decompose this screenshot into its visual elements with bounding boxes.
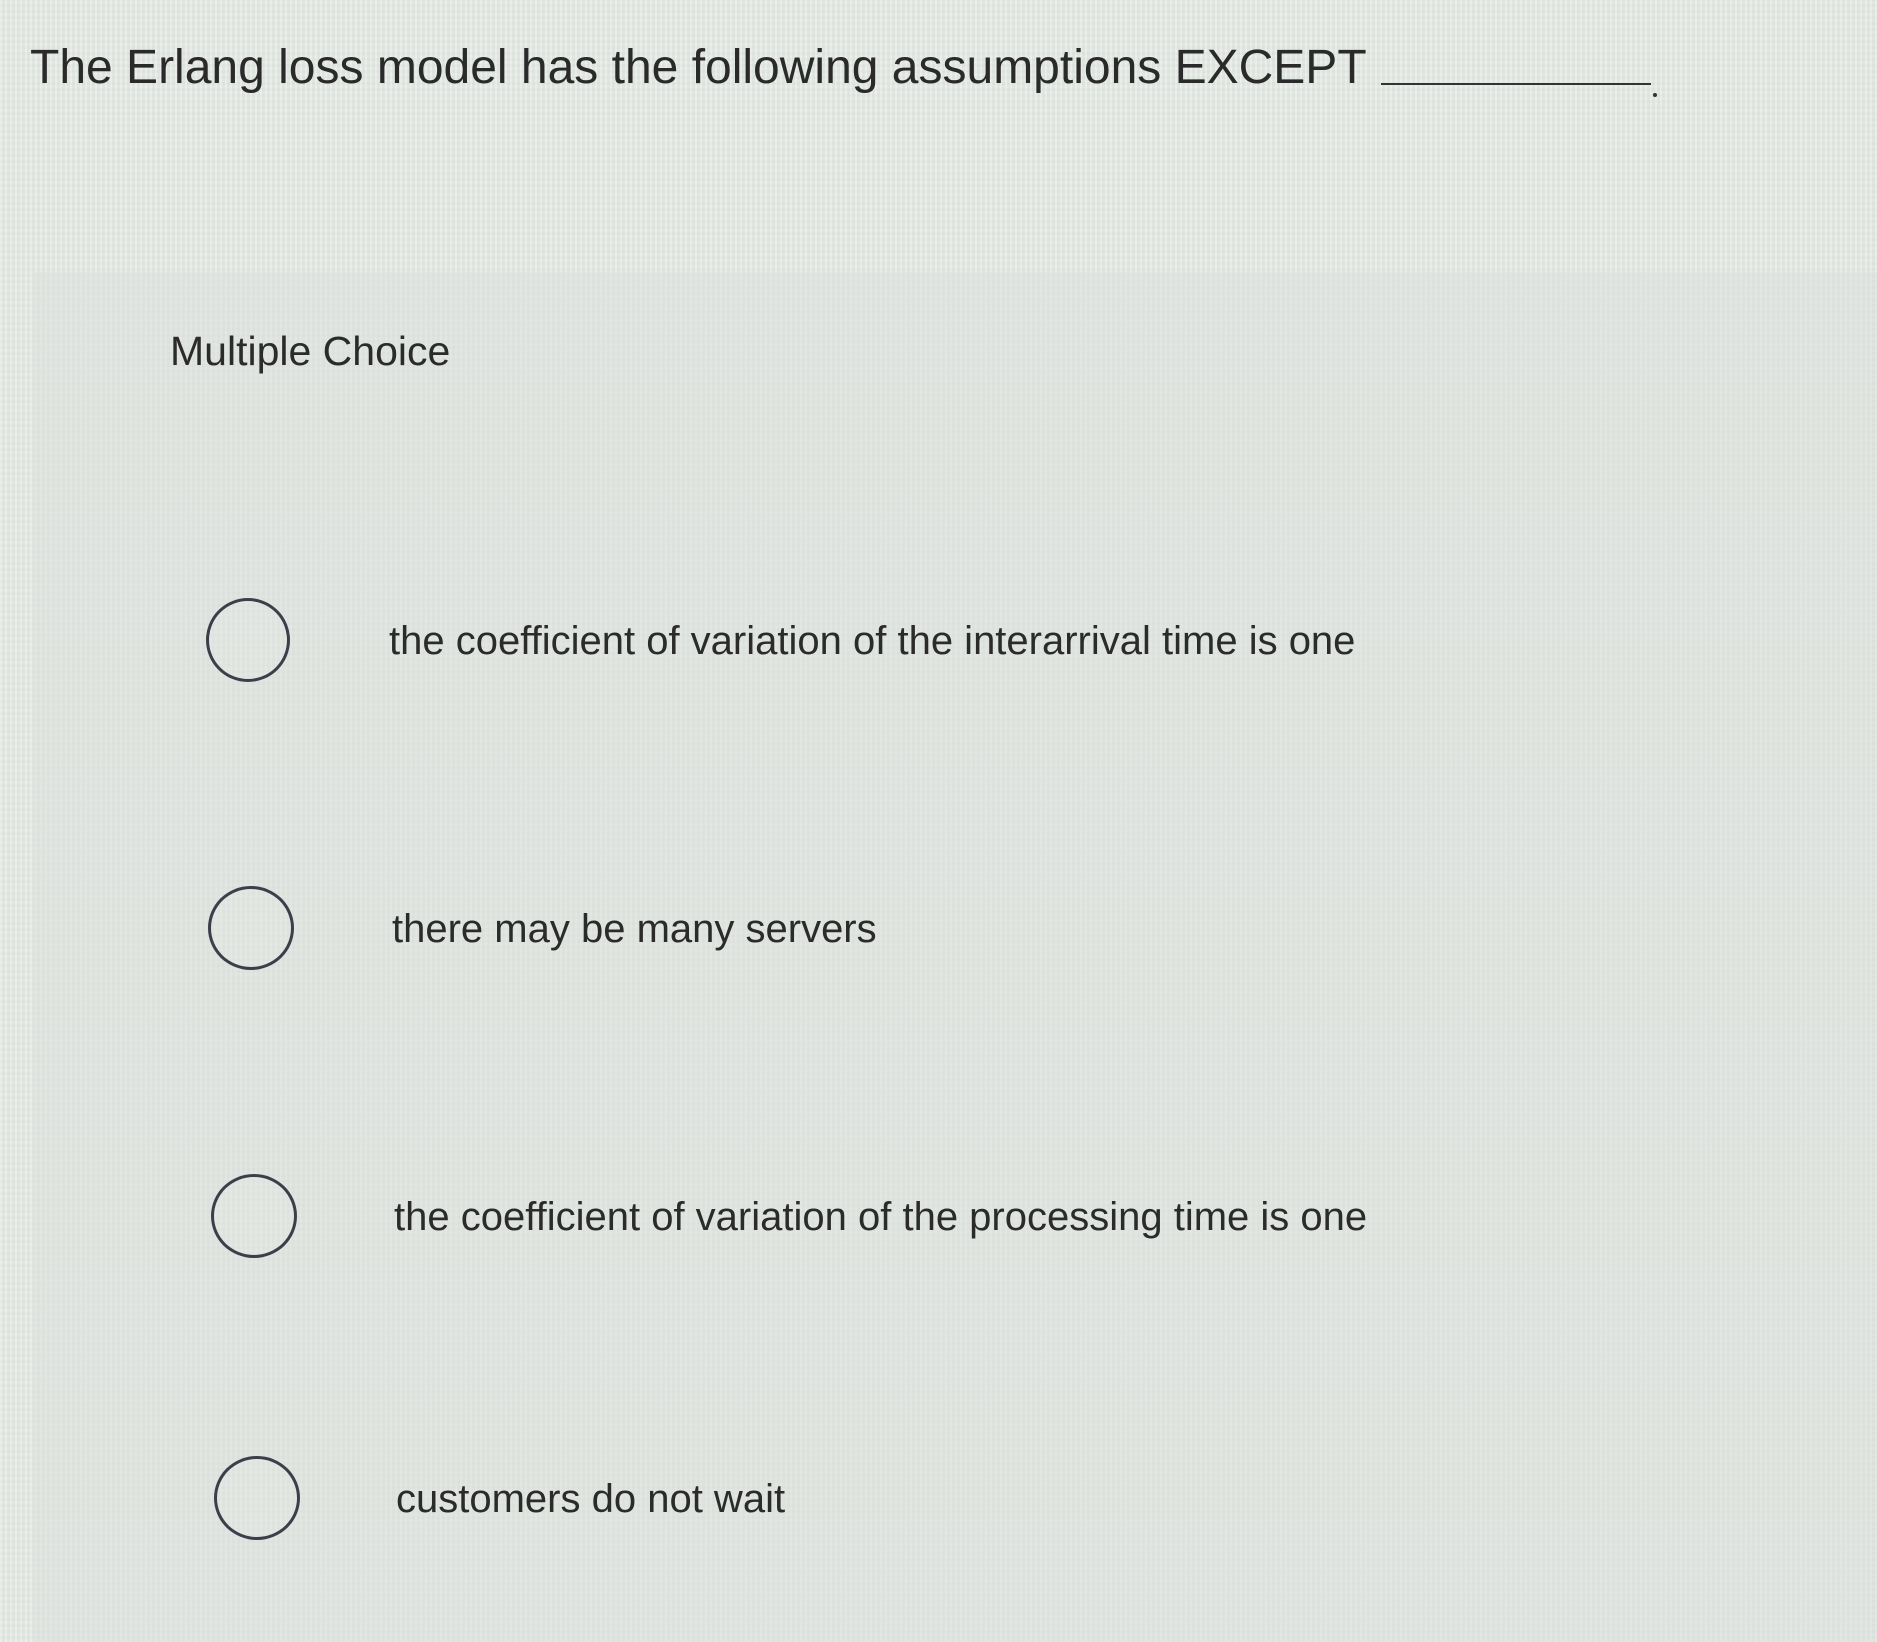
choice-label-3[interactable]: the coefficient of variation of the proc… bbox=[394, 1192, 1367, 1242]
question-stem: The Erlang loss model has the following … bbox=[30, 38, 1657, 98]
choice-option-4[interactable]: customers do not wait bbox=[34, 1446, 1877, 1566]
radio-button-icon[interactable] bbox=[214, 1456, 300, 1540]
choice-label-4[interactable]: customers do not wait bbox=[396, 1474, 785, 1524]
radio-button-icon[interactable] bbox=[211, 1174, 297, 1258]
choice-option-3[interactable]: the coefficient of variation of the proc… bbox=[34, 1164, 1877, 1284]
question-period bbox=[1652, 93, 1657, 97]
multiple-choice-panel: Multiple Choice the coefficient of varia… bbox=[34, 272, 1877, 1642]
choice-label-2[interactable]: there may be many servers bbox=[392, 904, 877, 954]
radio-button-icon[interactable] bbox=[208, 886, 294, 970]
radio-button-icon[interactable] bbox=[206, 598, 290, 682]
choice-option-1[interactable]: the coefficient of variation of the inte… bbox=[34, 592, 1877, 712]
answer-blank bbox=[1380, 83, 1651, 86]
choice-label-1[interactable]: the coefficient of variation of the inte… bbox=[389, 616, 1355, 666]
multiple-choice-label: Multiple Choice bbox=[170, 328, 451, 374]
choice-option-2[interactable]: there may be many servers bbox=[34, 880, 1877, 1000]
question-text: The Erlang loss model has the following … bbox=[30, 41, 1367, 94]
